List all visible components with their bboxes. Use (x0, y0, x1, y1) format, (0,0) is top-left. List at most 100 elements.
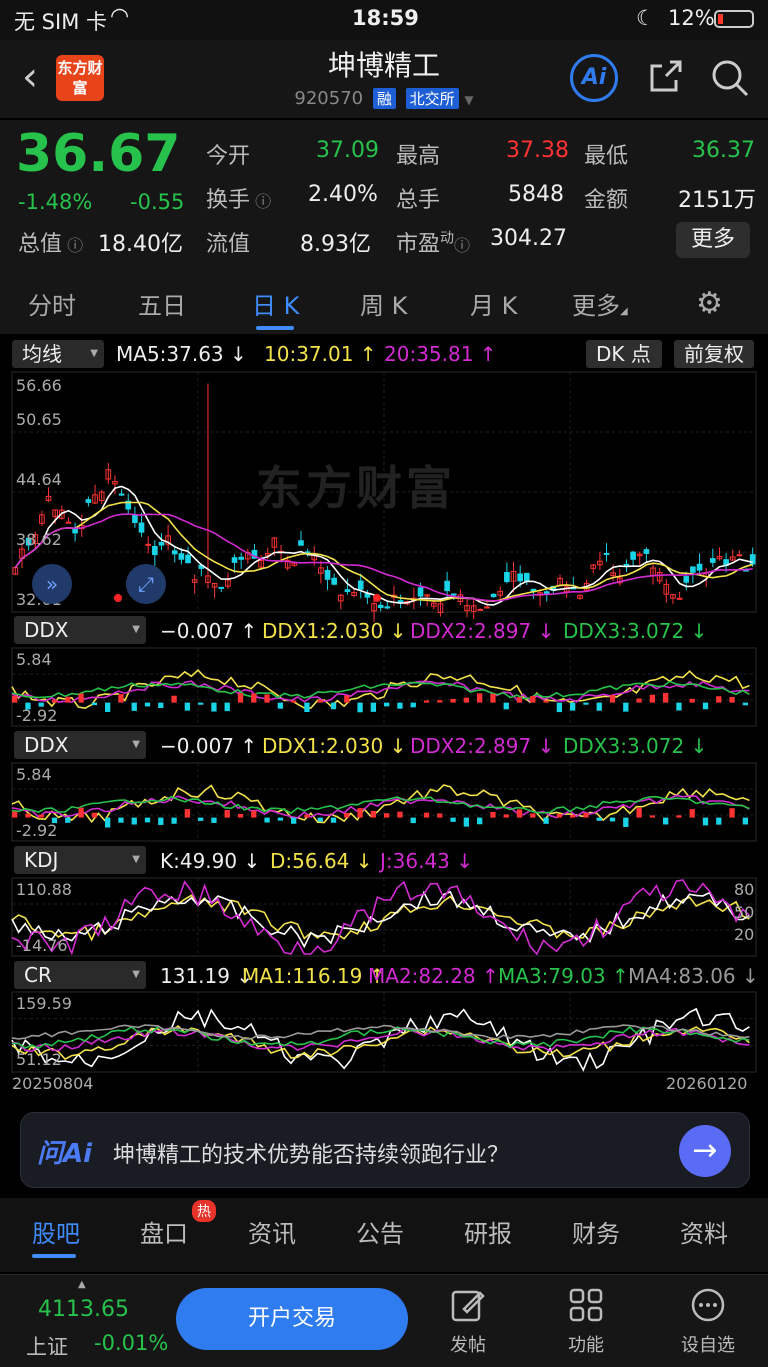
ddx-bar (291, 700, 297, 703)
cr-ma3-value: MA3:79.03 ↑ (498, 964, 629, 988)
candle-body (630, 551, 636, 560)
candle-body (171, 550, 178, 555)
candle-body (158, 541, 165, 546)
tab-monthly-k[interactable]: 月 K (470, 286, 517, 321)
cr-selector[interactable]: CR ▼ (14, 961, 146, 989)
ddx-bar (211, 817, 217, 823)
ddx-bar (742, 702, 749, 706)
stock-code: 920570 (294, 88, 364, 109)
more-quote-button[interactable]: 更多 (676, 222, 750, 258)
ddx-bar (91, 812, 98, 818)
tab-news[interactable]: 资讯 (248, 1214, 296, 1249)
last-price: 36.67 (16, 124, 181, 184)
tab-more[interactable]: 更多◢ (572, 286, 628, 321)
arrow-right-icon[interactable]: → (679, 1125, 731, 1177)
tab-weekly-k[interactable]: 周 K (360, 286, 407, 321)
carrier-label: 无 SIM 卡 (14, 10, 107, 34)
ddx-bar (118, 817, 124, 823)
index-value[interactable]: 4113.65 (38, 1297, 129, 1322)
fullscreen-icon[interactable]: ⤢ (126, 564, 166, 604)
ddx-bar (144, 817, 151, 823)
candle-body (185, 554, 191, 564)
kdj-chart[interactable] (11, 877, 757, 957)
tab-research[interactable]: 研报 (464, 1214, 512, 1249)
y-tick: 50 (734, 903, 755, 922)
dk-point-label: DK 点 (596, 342, 651, 366)
functions-label[interactable]: 功能 (546, 1331, 626, 1357)
y-tick: -2.92 (16, 706, 58, 725)
info-icon[interactable]: ⓘ (62, 236, 83, 255)
exchange-tag: 北交所 (405, 88, 459, 109)
ddx-value: −0.007 ↑ (160, 734, 258, 758)
y-tick: 50.65 (16, 410, 62, 429)
tab-intraday[interactable]: 分时 (28, 286, 76, 321)
ddx-selector[interactable]: DDX ▼ (14, 731, 146, 759)
settings-gear-icon[interactable]: ⚙ (696, 286, 723, 321)
y-tick: 80 (734, 880, 755, 899)
y-tick: 51.12 (16, 1050, 62, 1069)
status-time: 18:59 (352, 6, 419, 30)
cr-chart[interactable] (11, 991, 757, 1073)
index-name[interactable]: 上证 (26, 1331, 68, 1361)
ddx-chart[interactable] (11, 762, 757, 842)
dropdown-icon[interactable]: ▼ (464, 93, 473, 107)
y-tick: 44.64 (16, 470, 62, 489)
ddx-bar (490, 812, 496, 818)
tab-daily-k[interactable]: 日 K (252, 286, 299, 321)
expand-left-icon[interactable]: » (32, 564, 72, 604)
active-tab-indicator (32, 1254, 76, 1258)
candle-body (709, 558, 716, 563)
candle-body (357, 580, 364, 590)
ddx3-value: DDX3:3.072 ↓ (563, 619, 708, 643)
pe-label-text: 市盈 (396, 232, 441, 257)
dk-point-button[interactable]: DK 点 (586, 340, 662, 368)
wen-ai-logo: 问Ai (37, 1139, 93, 1169)
kdj-k-value: K:49.90 ↓ (160, 849, 261, 873)
ai-button[interactable]: Ai (570, 54, 618, 102)
tab-announcements[interactable]: 公告 (356, 1214, 404, 1249)
tab-profile[interactable]: 资料 (680, 1214, 728, 1249)
ddx-bar (742, 817, 749, 825)
ddx-chart[interactable] (11, 647, 757, 727)
pe-sup: 动 (440, 230, 455, 247)
candle-body (65, 521, 72, 524)
watchlist-label[interactable]: 设自选 (668, 1331, 748, 1357)
candle-body (304, 551, 311, 554)
candle-body (377, 604, 384, 608)
watermark-text: 东方财富 (256, 461, 456, 515)
search-icon[interactable] (710, 58, 750, 98)
post-label[interactable]: 发帖 (428, 1331, 508, 1357)
tab-five-day[interactable]: 五日 (138, 286, 186, 321)
candle-body (417, 587, 424, 597)
info-icon[interactable]: ⓘ (250, 192, 271, 211)
ddx-selector[interactable]: DDX ▼ (14, 616, 146, 644)
tab-order-book[interactable]: 盘口 (140, 1214, 188, 1249)
kdj-selector[interactable]: KDJ ▼ (14, 846, 146, 874)
ddx-bar (224, 702, 230, 712)
ddx2-value: DDX2:2.897 ↓ (410, 734, 555, 758)
tab-forum[interactable]: 股吧 (32, 1214, 80, 1249)
ai-question-bar[interactable]: 问Ai 坤博精工的技术优势能否持续领跑行业？ → (20, 1112, 750, 1188)
ddx-bar (237, 693, 244, 703)
info-icon[interactable]: ⓘ (454, 236, 470, 255)
more-dots-icon[interactable] (690, 1287, 726, 1323)
share-icon[interactable] (648, 58, 684, 94)
candle-body (145, 543, 152, 546)
ddx-bar (609, 817, 616, 822)
adjust-button[interactable]: 前复权 (674, 340, 754, 368)
candle-body (523, 572, 530, 582)
start-date: 20250804 (12, 1074, 94, 1093)
functions-grid-icon[interactable] (568, 1287, 604, 1323)
open-account-button[interactable]: 开户交易 (176, 1288, 408, 1350)
candle-body (683, 576, 690, 583)
ddx-bar (410, 817, 416, 824)
ddx-bar (410, 702, 416, 708)
ma-selector[interactable]: 均线 ▼ (12, 340, 104, 368)
candle-body (151, 545, 158, 556)
ddx-bar (663, 817, 669, 825)
index-change[interactable]: -0.01% (94, 1331, 168, 1355)
ddx-bar (490, 693, 496, 703)
edit-icon[interactable] (450, 1287, 486, 1323)
y-tick: 38.62 (16, 530, 62, 549)
tab-financials[interactable]: 财务 (572, 1214, 620, 1249)
